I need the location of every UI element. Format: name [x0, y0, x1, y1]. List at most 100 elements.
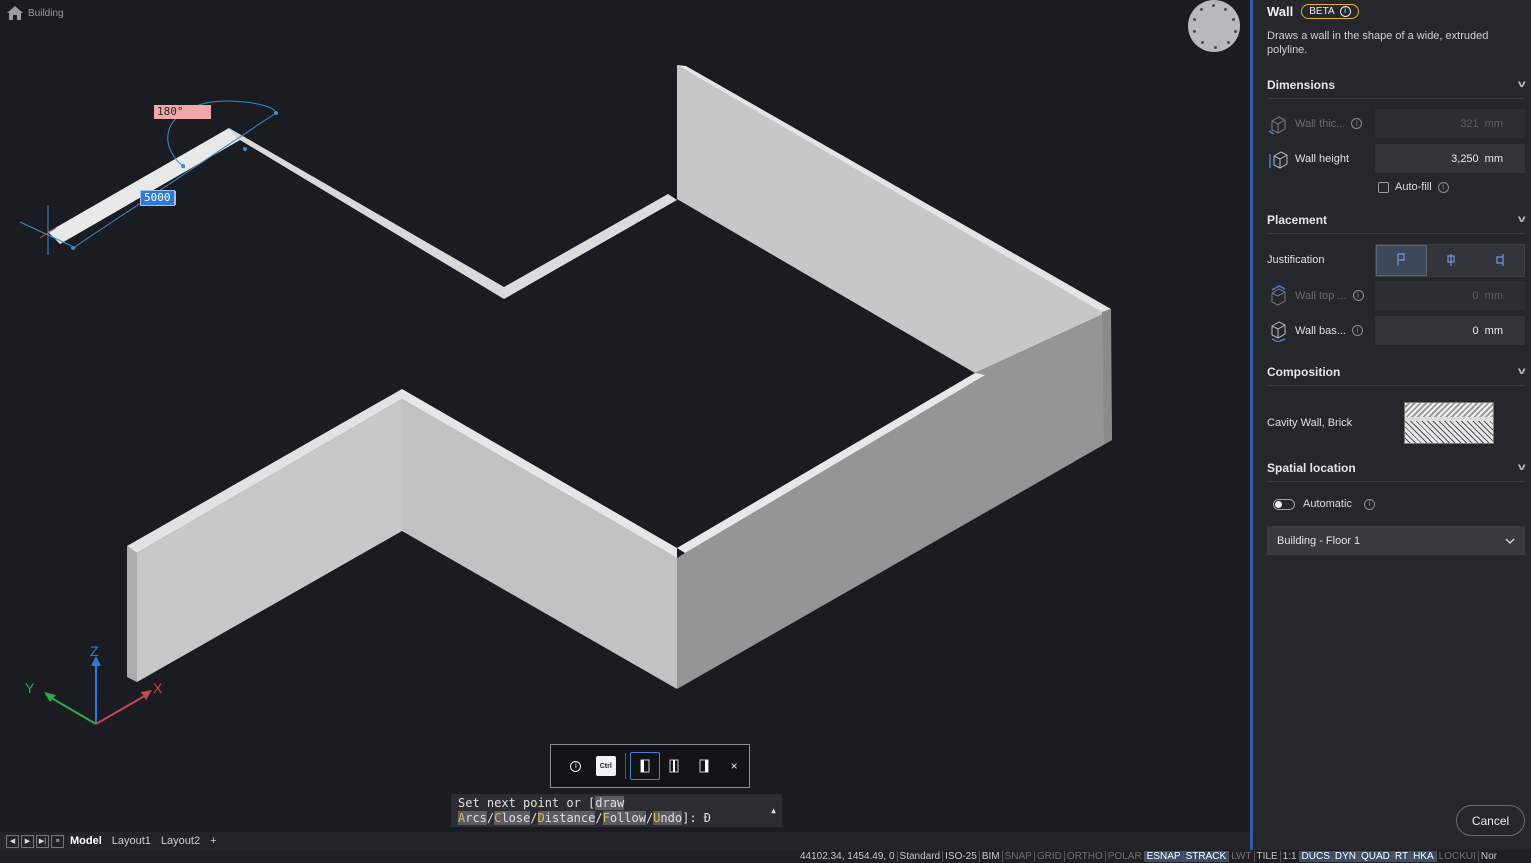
section-dimensions[interactable]: Dimensions v — [1267, 71, 1526, 99]
tab-last-button[interactable]: ▶| — [36, 834, 49, 848]
section-placement-label: Placement — [1267, 212, 1328, 227]
floor-dropdown[interactable]: Building - Floor 1 — [1267, 526, 1525, 555]
justify-center-icon — [1447, 254, 1455, 266]
justify-center-button[interactable] — [660, 752, 690, 780]
status-ortho[interactable]: ORTHO — [1063, 851, 1105, 862]
wall-front-left-end — [127, 546, 137, 682]
justification-center-button[interactable] — [1427, 245, 1476, 276]
status-grid[interactable]: GRID — [1033, 851, 1064, 862]
chevron-down-icon: v — [1518, 214, 1527, 225]
wall-height-field[interactable]: 3,250 mm — [1375, 144, 1525, 173]
cancel-button[interactable]: Cancel — [1456, 805, 1525, 836]
justify-center-icon — [669, 759, 679, 773]
status-nor[interactable]: Nor — [1477, 851, 1499, 862]
section-placement[interactable]: Placement v — [1267, 206, 1527, 234]
status-dyn[interactable]: DYN — [1331, 851, 1359, 862]
tab-first-button[interactable]: ◀ — [6, 834, 19, 848]
drawing-viewport[interactable]: Z Y X Building 180° 5000 i Ctrl × Set ne… — [0, 0, 1250, 832]
autofill-row[interactable]: Auto-fill i — [1267, 176, 1525, 198]
wall-base-field[interactable]: 0 mm — [1375, 316, 1525, 345]
option-undo[interactable]: Undo — [653, 811, 683, 825]
grip-point[interactable] — [243, 147, 247, 151]
axis-y-label: Y — [25, 680, 35, 696]
composition-swatch[interactable] — [1404, 402, 1494, 444]
beta-badge[interactable]: BETA i — [1301, 3, 1359, 19]
command-history-toggle-icon[interactable]: ▲ — [771, 803, 776, 818]
tab-list-icon[interactable]: ≡ — [51, 834, 64, 848]
grip-point[interactable] — [71, 246, 75, 250]
status-quad[interactable]: QUAD — [1358, 851, 1392, 862]
tab-prev-button[interactable]: ▶ — [21, 834, 34, 848]
status-polar[interactable]: POLAR — [1104, 851, 1144, 862]
tab-layout1[interactable]: Layout1 — [108, 835, 155, 847]
toolbar-divider — [624, 753, 626, 779]
breadcrumb-label: Building — [28, 7, 64, 19]
separator: / — [530, 811, 538, 825]
length-dimension-input[interactable]: 5000 — [140, 190, 175, 206]
ctrl-key-label: Ctrl — [595, 756, 616, 776]
status-snap[interactable]: SNAP — [1001, 851, 1034, 862]
wall-scene[interactable]: Z Y X — [0, 0, 1250, 832]
add-layout-button[interactable]: + — [206, 835, 220, 847]
wall-height-icon — [1269, 150, 1288, 169]
wall-thickness-field[interactable]: 321 mm — [1375, 109, 1525, 138]
chevron-down-icon: v — [1518, 366, 1527, 377]
home-icon — [7, 6, 23, 20]
info-icon: i — [570, 760, 582, 772]
status-strack[interactable]: STRACK — [1182, 851, 1229, 862]
justify-left-button[interactable] — [629, 752, 660, 780]
status-iso25[interactable]: ISO-25 — [942, 851, 979, 862]
justification-right-button[interactable] — [1475, 245, 1524, 276]
navigation-cube[interactable] — [1188, 0, 1240, 52]
wall-top-label: Wall top ... i — [1267, 284, 1375, 307]
wall-top-field[interactable]: 0 mm — [1375, 281, 1525, 310]
tab-model[interactable]: Model — [66, 835, 106, 847]
ctrl-key-button[interactable]: Ctrl — [591, 752, 621, 780]
wall-top-icon — [1271, 284, 1286, 306]
status-lockui[interactable]: LOCKUI — [1435, 851, 1478, 862]
tab-layout2[interactable]: Layout2 — [157, 835, 204, 847]
grip-point[interactable] — [181, 164, 185, 168]
status-esnap[interactable]: ESNAP — [1143, 851, 1183, 862]
option-arcs[interactable]: Arcs — [458, 811, 487, 825]
axis-x-label: X — [153, 680, 163, 696]
status-rt[interactable]: RT — [1391, 851, 1411, 862]
status-tile[interactable]: TILE — [1253, 851, 1280, 862]
wall-height-row: Wall height 3,250 mm — [1267, 141, 1525, 176]
justification-label: Justification — [1267, 254, 1325, 266]
status-standard[interactable]: Standard — [896, 851, 943, 862]
option-follow[interactable]: Follow — [602, 811, 646, 825]
automatic-label: Automatic — [1303, 498, 1352, 510]
autofill-checkbox[interactable] — [1378, 181, 1389, 193]
status-ducs[interactable]: DUCS — [1298, 851, 1332, 862]
section-spatial-location[interactable]: Spatial location v — [1267, 454, 1526, 482]
justify-left-icon — [1397, 253, 1405, 266]
breadcrumb[interactable]: Building — [6, 5, 64, 21]
option-draw[interactable]: draw — [595, 796, 625, 810]
command-prefix: Set next point or [ — [458, 796, 596, 810]
status-scale[interactable]: 1:1 — [1279, 851, 1299, 862]
info-button[interactable]: i — [561, 752, 591, 780]
justify-right-button[interactable] — [689, 752, 719, 780]
chevron-down-icon — [1505, 538, 1515, 544]
angle-dimension-label[interactable]: 180° — [154, 105, 211, 119]
grip-point[interactable] — [274, 111, 278, 115]
option-close[interactable]: Close — [494, 811, 531, 825]
quick-justification-toolbar: i Ctrl × — [550, 744, 750, 788]
composition-label: Cavity Wall, Brick — [1267, 417, 1353, 429]
length-dim-line — [72, 112, 277, 249]
justify-right-icon — [1496, 254, 1504, 266]
option-distance[interactable]: Distance — [537, 811, 596, 825]
panel-title: Wall — [1267, 3, 1294, 19]
command-suffix: ]: Đ — [682, 811, 711, 825]
justification-left-button[interactable] — [1376, 244, 1427, 276]
automatic-toggle[interactable] — [1273, 498, 1295, 510]
status-hka[interactable]: HKA — [1410, 851, 1436, 862]
section-composition[interactable]: Composition v — [1267, 358, 1527, 386]
wall-thickness-label: Wall thic... i — [1267, 113, 1375, 135]
close-toolbar-button[interactable]: × — [719, 752, 749, 780]
wall-back-face — [677, 65, 1110, 373]
status-lwt[interactable]: LWT — [1228, 851, 1254, 862]
command-line[interactable]: Set next point or [draw Arcs/Close/Dista… — [451, 794, 782, 827]
status-bim[interactable]: BIM — [978, 851, 1002, 862]
